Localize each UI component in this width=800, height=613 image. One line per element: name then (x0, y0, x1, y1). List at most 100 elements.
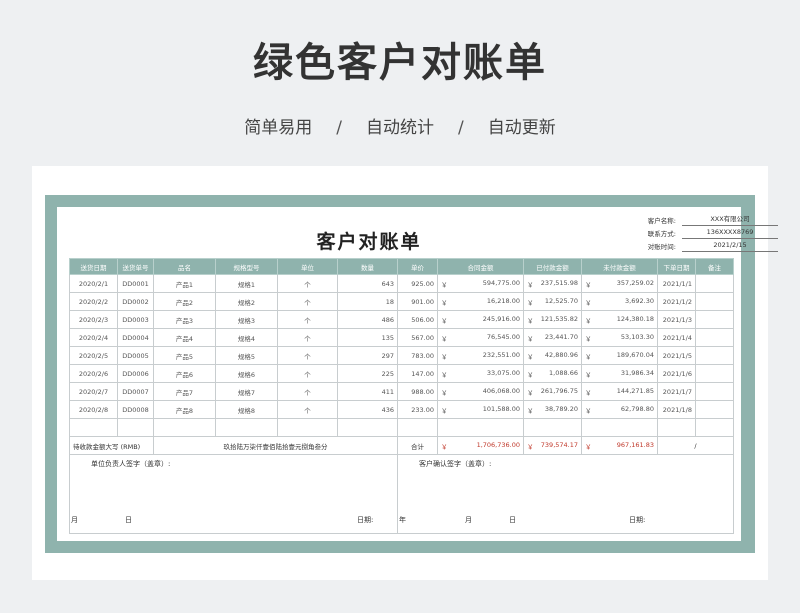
cell-unpaid-amount: ￥ 31,986.34 (581, 364, 658, 383)
cell-contract-amount: ￥ 101,588.00 (437, 400, 524, 419)
cell-remark (695, 400, 734, 419)
cell-delivery-no: DD0006 (117, 364, 154, 383)
cell-delivery-date: 2020/2/3 (69, 310, 118, 329)
cell-remark (695, 364, 734, 383)
cell-unit: 个 (277, 274, 338, 293)
amount: 33,075.00 (486, 368, 520, 377)
cell-unpaid-amount: ￥ 357,259.02 (581, 274, 658, 293)
cell-unit: 个 (277, 382, 338, 401)
amount: 232,551.00 (482, 350, 520, 359)
currency-symbol: ￥ (585, 334, 592, 343)
column-header: 下单日期 (657, 258, 696, 275)
cell-order-date: 2021/1/4 (657, 328, 696, 347)
cell-product-name: 产品1 (153, 274, 216, 293)
total-slash: / (657, 436, 734, 455)
amount: 121,535.82 (540, 314, 578, 323)
cell-unpaid-amount: ￥ 3,692.30 (581, 292, 658, 311)
cell-unit: 个 (277, 292, 338, 311)
cell-paid-amount: ￥ 23,441.70 (523, 328, 582, 347)
cell-spec: 规格5 (215, 346, 278, 365)
amount: 3,692.30 (625, 296, 654, 305)
cell-contract-amount: ￥ 594,775.00 (437, 274, 524, 293)
column-header: 合同金额 (437, 258, 524, 275)
signature-row: 单位负责人签字（盖章）: 月 日 日期: 年 客户确认签字（盖章）: 年 (69, 454, 734, 534)
amount: 357,259.02 (616, 278, 654, 287)
currency-symbol: ￥ (441, 442, 448, 451)
currency-symbol: ￥ (527, 370, 534, 379)
cell-spec: 规格4 (215, 328, 278, 347)
cell-quantity: 135 (337, 328, 398, 347)
cell-unit-price: 506.00 (397, 310, 438, 329)
cell-quantity: 297 (337, 346, 398, 365)
currency-symbol: ￥ (585, 388, 592, 397)
column-header: 单价 (397, 258, 438, 275)
amount: 76,545.00 (486, 332, 520, 341)
currency-symbol: ￥ (585, 280, 592, 289)
amount: 1,088.66 (549, 368, 578, 377)
cell-quantity: 18 (337, 292, 398, 311)
customer-signature-cell: 客户确认签字（盖章）: 年 月 日 日期: (397, 454, 734, 534)
cell-delivery-date: 2020/2/1 (69, 274, 118, 293)
info-label: 客户名称: (647, 216, 676, 225)
cell-unpaid-amount: ￥ 62,798.80 (581, 400, 658, 419)
cell-delivery-date: 2020/2/5 (69, 346, 118, 365)
currency-symbol: ￥ (441, 334, 448, 343)
currency-symbol: ￥ (585, 316, 592, 325)
cell-delivery-date: 2020/2/6 (69, 364, 118, 383)
cell-product-name: 产品4 (153, 328, 216, 347)
table-row: 2020/2/8 DD0008 产品8 规格8 个 436 233.00 ￥ 101,588.0… (69, 400, 734, 419)
cell-quantity: 643 (337, 274, 398, 293)
cell-paid-amount: ￥ 121,535.82 (523, 310, 582, 329)
amount: 594,775.00 (482, 278, 520, 287)
cell-unit-price: 147.00 (397, 364, 438, 383)
info-label: 联系方式: (647, 229, 676, 238)
cell-delivery-no: DD0005 (117, 346, 154, 365)
cell-paid-amount: ￥ 42,880.96 (523, 346, 582, 365)
info-value: 2021/2/15 (682, 240, 778, 252)
currency-symbol: ￥ (527, 298, 534, 307)
cell-unit: 个 (277, 364, 338, 383)
currency-symbol: ￥ (585, 406, 592, 415)
cell-product-name: 产品8 (153, 400, 216, 419)
table-row: 2020/2/3 DD0003 产品3 规格3 个 486 506.00 ￥ 245,916.0… (69, 310, 734, 329)
sign-day: 日 (125, 516, 132, 524)
cell-quantity: 411 (337, 382, 398, 401)
cell-unit-price: 988.00 (397, 382, 438, 401)
subtitle-item: 自动统计 (366, 118, 434, 138)
table-row-empty (69, 418, 734, 437)
cell-paid-amount: ￥ 12,525.70 (523, 292, 582, 311)
cell-contract-amount: ￥ 245,916.00 (437, 310, 524, 329)
cell-unit-price: 233.00 (397, 400, 438, 419)
document-title: 客户对账单 (316, 231, 422, 253)
preview-card: 客户对账单 客户名称: XXX有限公司 联系方式: 136XXXX8769 对账时间… (32, 166, 778, 580)
currency-symbol: ￥ (527, 388, 534, 397)
document-frame: 客户对账单 客户名称: XXX有限公司 联系方式: 136XXXX8769 对账时间… (45, 195, 778, 553)
amount: 144,271.85 (616, 386, 654, 395)
amount: 62,798.80 (620, 404, 654, 413)
cell-spec: 规格6 (215, 364, 278, 383)
currency-symbol: ￥ (441, 370, 448, 379)
cell-unpaid-amount: ￥ 53,103.30 (581, 328, 658, 347)
cell-remark (695, 382, 734, 401)
currency-symbol: ￥ (441, 298, 448, 307)
cell-contract-amount: ￥ 232,551.00 (437, 346, 524, 365)
cell-contract-amount: ￥ 406,068.00 (437, 382, 524, 401)
table-row: 2020/2/5 DD0005 产品5 规格5 个 297 783.00 ￥ 232,551.0… (69, 346, 734, 365)
cell-unit-price: 783.00 (397, 346, 438, 365)
cell-quantity: 225 (337, 364, 398, 383)
amount: 12,525.70 (544, 296, 578, 305)
cell-contract-amount: ￥ 76,545.00 (437, 328, 524, 347)
sum-unpaid: ￥ 967,161.83 (581, 436, 658, 455)
subtitle-item: 自动更新 (487, 118, 556, 138)
amount: 189,670.04 (616, 350, 654, 359)
column-header: 单位 (277, 258, 338, 275)
currency-symbol: ￥ (585, 352, 592, 361)
cell-unit: 个 (277, 310, 338, 329)
info-row-contact: 联系方式: 136XXXX8769 (621, 226, 778, 239)
cell-delivery-date: 2020/2/8 (69, 400, 118, 419)
currency-symbol: ￥ (527, 442, 534, 451)
subtitle-separator: / (458, 118, 464, 138)
table-row: 2020/2/4 DD0004 产品4 规格4 个 135 567.00 ￥ 76,545.00… (69, 328, 734, 347)
sign-month: 月 (71, 516, 78, 524)
cell-unit-price: 901.00 (397, 292, 438, 311)
